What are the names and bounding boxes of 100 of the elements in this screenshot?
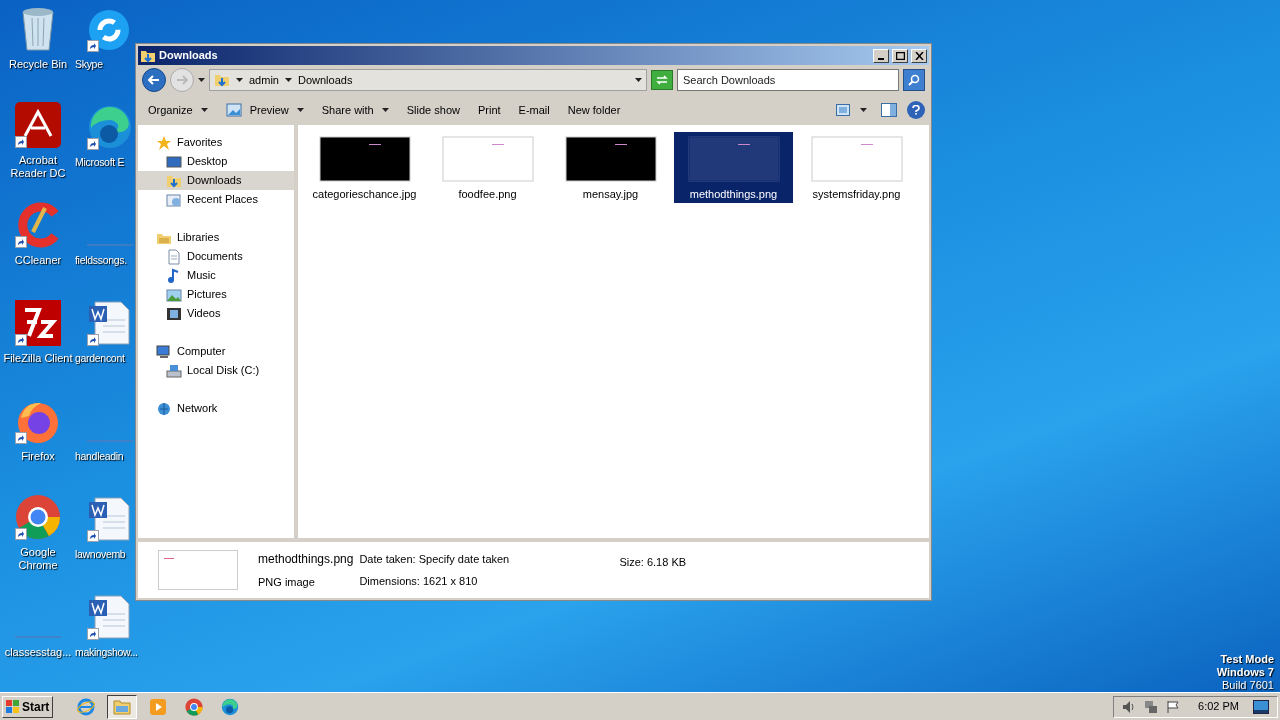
breadcrumb-item[interactable]: admin	[249, 71, 279, 89]
nav-group-item[interactable]: Network	[177, 400, 218, 417]
desktop-icon-label[interactable]: FileZilla Client	[3, 352, 73, 365]
start-button[interactable]: Start	[2, 695, 54, 718]
filezilla-icon	[15, 300, 61, 346]
breadcrumb-item[interactable]: Downloads	[297, 71, 353, 89]
nav-item[interactable]: Recent Places	[138, 190, 294, 209]
show-desktop-icon[interactable]	[1253, 699, 1269, 714]
word-document-icon	[87, 300, 131, 346]
toolbar-button[interactable]: Print	[471, 98, 507, 122]
film-icon	[166, 305, 182, 322]
search-button[interactable]	[903, 69, 925, 91]
desktop-icon-label[interactable]: fieldssongs.	[75, 254, 127, 267]
file-item[interactable]: mensay.jpg	[551, 132, 670, 203]
windows-logo-icon	[6, 699, 20, 714]
desktop-icon-label[interactable]: CCleaner	[14, 254, 62, 267]
file-type: PNG image	[258, 574, 316, 590]
desktop-icon-label[interactable]: handleadin	[75, 450, 124, 463]
file-item[interactable]: systemsfriday.png	[797, 132, 916, 203]
shortcut-arrow-icon	[87, 40, 99, 52]
file-name: methodthings.png	[258, 550, 354, 568]
desktop-icon-label[interactable]: Recycle Bin	[8, 58, 68, 71]
flag-icon[interactable]	[1166, 699, 1181, 714]
nav-item[interactable]: Local Disk (C:)	[138, 361, 294, 380]
nav-group-item[interactable]: Computer	[177, 343, 226, 360]
toolbar-button[interactable]: Organize	[142, 98, 214, 122]
disk-drive-icon	[166, 362, 182, 379]
close-button[interactable]	[911, 48, 927, 63]
nav-item[interactable]: Music	[138, 266, 294, 285]
caret-icon	[860, 108, 867, 112]
shortcut-arrow-icon	[87, 628, 99, 640]
help-icon	[912, 105, 920, 115]
desktop-icon-label[interactable]: gardencont	[75, 352, 125, 365]
refresh-arrows-icon	[655, 75, 669, 85]
ccleaner-icon	[15, 202, 61, 248]
nav-item[interactable]: Videos	[138, 304, 294, 323]
network-icon[interactable]	[1144, 699, 1159, 714]
nav-item[interactable]: Pictures	[138, 285, 294, 304]
toolbar-button[interactable]: Slide show	[400, 98, 466, 122]
file-item[interactable]: categorieschance.jpg	[305, 132, 424, 203]
internet-explorer-icon[interactable]	[77, 697, 96, 716]
star-icon	[156, 134, 172, 151]
chrome-icon[interactable]	[185, 697, 204, 716]
pictures-icon	[166, 286, 182, 303]
desktop-icon-label[interactable]: Microsoft E	[75, 156, 125, 169]
back-button[interactable]	[142, 68, 166, 92]
file-item[interactable]: methodthings.png	[674, 132, 793, 203]
nav-item[interactable]: Downloads	[138, 171, 294, 190]
toolbar-button[interactable]: Preview	[219, 98, 310, 122]
document-icon	[166, 248, 182, 265]
file-name: categorieschance.jpg	[311, 188, 418, 201]
minimize-icon	[878, 57, 884, 60]
caret-icon	[635, 78, 642, 82]
recent-places-icon	[166, 191, 182, 208]
clock[interactable]: 6:02 PM	[1198, 698, 1239, 715]
nav-group-item[interactable]: Libraries	[177, 229, 220, 246]
edge-icon	[87, 104, 133, 150]
desktop-icon-label[interactable]: Firefox	[21, 450, 55, 463]
desktop-icon	[166, 153, 182, 170]
desktop-icon-label[interactable]: Acrobat Reader DC	[0, 154, 76, 180]
taskbar-app[interactable]	[107, 694, 138, 719]
maximize-button[interactable]	[892, 48, 908, 63]
detail-field: Date taken: Specify date taken	[359, 550, 600, 567]
toolbar-button[interactable]: E-mail	[512, 98, 556, 122]
search-field[interactable]: Search Downloads	[677, 69, 899, 91]
preview-icon	[225, 103, 242, 117]
network-icon	[156, 400, 172, 417]
placeholder-line-icon	[87, 244, 133, 246]
desktop-icon-label[interactable]: Skype	[75, 58, 103, 71]
address-bar[interactable]: admin Downloads	[209, 69, 647, 91]
back-arrow-icon	[148, 75, 160, 85]
edge-icon[interactable]	[221, 697, 240, 716]
nav-group-item[interactable]: Favorites	[177, 134, 223, 151]
skype-icon	[87, 8, 131, 52]
file-item[interactable]: foodfee.png	[428, 132, 547, 203]
forward-arrow-icon	[176, 75, 188, 85]
file-name: foodfee.png	[457, 188, 518, 201]
view-icon	[836, 104, 850, 116]
window-title: Downloads	[159, 48, 219, 64]
close-icon	[914, 51, 924, 60]
file-name: mensay.jpg	[581, 188, 640, 201]
nav-item[interactable]: Documents	[138, 247, 294, 266]
speaker-icon[interactable]	[1122, 699, 1137, 714]
toolbar-button[interactable]: New folder	[561, 98, 627, 122]
minimize-button[interactable]	[873, 48, 889, 63]
caret-icon	[236, 78, 243, 82]
preview-pane-icon	[881, 103, 897, 117]
toolbar-button[interactable]: Share with	[315, 98, 395, 122]
nav-item[interactable]: Desktop	[138, 152, 294, 171]
shortcut-arrow-icon	[15, 136, 27, 148]
os-build-text: Test Mode	[1220, 653, 1274, 666]
word-document-icon	[87, 496, 131, 542]
caret-icon	[284, 78, 292, 82]
acrobat-icon	[15, 102, 61, 148]
maximize-icon	[895, 51, 905, 60]
folder-icon	[214, 72, 230, 88]
caret-icon	[198, 78, 205, 82]
refresh-button[interactable]	[651, 70, 673, 90]
help-button[interactable]	[907, 101, 925, 119]
file-name: methodthings.png	[688, 188, 779, 201]
